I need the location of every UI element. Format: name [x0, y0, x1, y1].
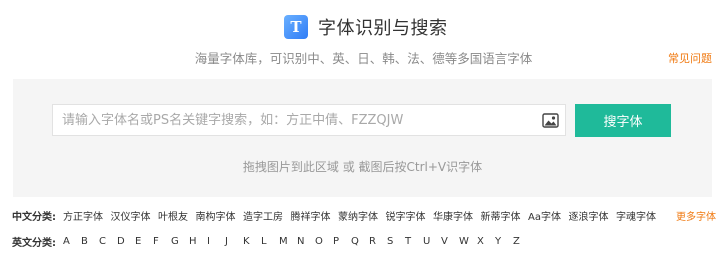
- letter-link[interactable]: R: [369, 236, 387, 247]
- category-link[interactable]: 锐字字体: [386, 208, 426, 223]
- letter-link[interactable]: H: [189, 236, 207, 247]
- category-link[interactable]: 汉仪字体: [111, 208, 151, 223]
- category-link[interactable]: 字魂字体: [616, 208, 656, 223]
- letter-link[interactable]: D: [117, 236, 135, 247]
- letter-link[interactable]: W: [459, 236, 477, 247]
- letter-link[interactable]: Z: [513, 236, 531, 247]
- page-title: 字体识别与搜索: [318, 18, 448, 39]
- letter-link[interactable]: Y: [495, 236, 513, 247]
- category-link[interactable]: Aa字体: [528, 208, 561, 223]
- logo-title-group: T 字体识别与搜索: [284, 14, 448, 40]
- letter-link[interactable]: L: [261, 236, 279, 247]
- letter-link[interactable]: C: [99, 236, 117, 247]
- chinese-category-label: 中文分类:: [12, 212, 56, 223]
- search-button[interactable]: 搜字体: [575, 104, 671, 137]
- faq-link[interactable]: 常见问题: [668, 50, 712, 66]
- letter-link[interactable]: O: [315, 236, 333, 247]
- letter-link[interactable]: V: [441, 236, 459, 247]
- letter-link[interactable]: I: [207, 236, 225, 247]
- letter-link[interactable]: N: [297, 236, 315, 247]
- letter-link[interactable]: F: [153, 236, 171, 247]
- letter-link[interactable]: G: [171, 236, 189, 247]
- category-link[interactable]: 造字工房: [243, 208, 283, 223]
- category-link[interactable]: 华康字体: [433, 208, 473, 223]
- letter-link[interactable]: M: [279, 236, 297, 247]
- letter-link[interactable]: B: [81, 236, 99, 247]
- image-icon[interactable]: [542, 113, 559, 128]
- chinese-category-row: 中文分类: 方正字体 汉仪字体 叶根友 南构字体 造字工房 腾祥字体 蒙纳字体 锐字字体 华康字…: [12, 208, 716, 223]
- english-category-label: 英文分类:: [12, 238, 56, 249]
- letter-link[interactable]: S: [387, 236, 405, 247]
- letter-link[interactable]: E: [135, 236, 153, 247]
- category-link[interactable]: 腾祥字体: [291, 208, 331, 223]
- letter-link[interactable]: U: [423, 236, 441, 247]
- letter-link[interactable]: A: [63, 236, 81, 247]
- page-subtitle: 海量字体库，可识别中、英、日、韩、法、德等多国语言字体: [194, 51, 533, 66]
- category-link[interactable]: 蒙纳字体: [338, 208, 378, 223]
- category-link[interactable]: 逐浪字体: [568, 208, 608, 223]
- more-fonts-link[interactable]: 更多字体: [676, 208, 716, 223]
- letter-link[interactable]: J: [225, 236, 243, 247]
- english-category-row: 英文分类: ABCDEFGHIJKLMNOPQRSTUVWXYZ: [12, 234, 531, 249]
- logo-icon: T: [284, 15, 308, 39]
- drop-hint: 拖拽图片到此区域 或 截图后按Ctrl+V识字体: [242, 160, 483, 174]
- page-header: T 字体识别与搜索: [0, 8, 727, 44]
- category-link[interactable]: 叶根友: [158, 208, 188, 223]
- letter-link[interactable]: X: [477, 236, 495, 247]
- letter-link[interactable]: Q: [351, 236, 369, 247]
- search-input[interactable]: [52, 104, 566, 136]
- category-link[interactable]: 方正字体: [63, 208, 103, 223]
- letter-link[interactable]: P: [333, 236, 351, 247]
- letter-link[interactable]: T: [405, 236, 423, 247]
- letter-link[interactable]: K: [243, 236, 261, 247]
- search-drop-area[interactable]: 搜字体 拖拽图片到此区域 或 截图后按Ctrl+V识字体: [13, 79, 712, 197]
- category-link[interactable]: 南构字体: [196, 208, 236, 223]
- category-link[interactable]: 新蒂字体: [481, 208, 521, 223]
